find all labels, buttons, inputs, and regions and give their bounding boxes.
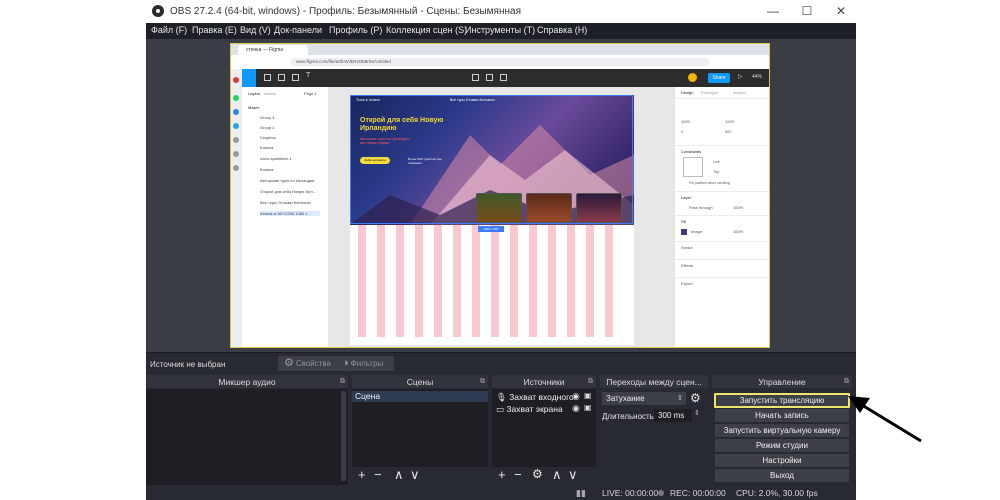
- scenes-list: Сцена: [352, 389, 488, 467]
- filters-label: Фильтры: [350, 359, 384, 368]
- exit-button[interactable]: Выход: [715, 469, 849, 482]
- controls-dock: Управление ⧉ Запустить трансляцию Начать …: [712, 375, 852, 485]
- obs-window: OBS 27.2.4 (64-bit, windows) - Профиль: …: [146, 0, 856, 500]
- audio-mixer-title: Микшер аудио ⧉: [146, 375, 348, 388]
- studio-mode-button[interactable]: Режим студии: [715, 439, 849, 452]
- live-timer: LIVE: 00:00:00: [602, 488, 659, 498]
- menu-bar: Файл (F) Правка (E) Вид (V) Док-панели П…: [146, 23, 856, 39]
- mixer-scrollbar[interactable]: [341, 391, 346, 481]
- properties-label: Свойства: [295, 359, 332, 368]
- preview-canvas[interactable]: стенка — Figma www.figma.com/file/a0fcW3…: [230, 43, 770, 348]
- preview-source-outline: [230, 43, 770, 348]
- controls-title: Управление ⧉: [712, 375, 852, 388]
- source-item-label: Захват экрана: [506, 404, 563, 414]
- move-down-icon[interactable]: ∨: [568, 467, 578, 483]
- scenes-toolbar: + − ∧ ∨: [352, 467, 488, 485]
- add-source-button[interactable]: +: [498, 467, 506, 482]
- updown-icon: ⇕: [677, 395, 683, 402]
- source-toolbar: Источник не выбран ⚙ Свойства ◑ Фильтры: [146, 352, 856, 375]
- minimize-button[interactable]: —: [758, 4, 788, 18]
- filter-icon: ◑: [342, 357, 349, 369]
- source-item[interactable]: ▭ Захват экрана: [496, 404, 563, 415]
- properties-button[interactable]: ⚙ Свойства: [278, 356, 340, 371]
- preview-area[interactable]: стенка — Figma www.figma.com/file/a0fcW3…: [146, 39, 856, 352]
- audio-mixer-dock: Микшер аудио ⧉: [146, 375, 348, 485]
- eye-icon[interactable]: ◉: [572, 403, 580, 414]
- sources-dock: Источники ⧉ 🎙︎ Захват входного ◉ ▣ ▭ Захв…: [492, 375, 596, 485]
- record-indicator-icon: [658, 490, 664, 496]
- transitions-title: Переходы между сцен...: [600, 375, 708, 388]
- source-settings-icon[interactable]: ⚙: [532, 467, 543, 481]
- menu-docks[interactable]: Док-панели: [274, 25, 322, 35]
- duration-label: Длительность: [602, 412, 654, 421]
- gear-icon: ⚙: [284, 357, 294, 369]
- duration-stepper-icon[interactable]: ⇕: [694, 409, 700, 417]
- start-streaming-button[interactable]: Запустить трансляцию: [714, 393, 850, 408]
- controls-title-text: Управление: [758, 377, 806, 387]
- menu-edit[interactable]: Правка (E): [192, 25, 237, 35]
- move-up-icon[interactable]: ∧: [552, 467, 562, 483]
- float-dock-icon[interactable]: ⧉: [340, 375, 345, 388]
- maximize-button[interactable]: ☐: [792, 4, 822, 18]
- filters-button[interactable]: ◑ Фильтры: [338, 356, 394, 371]
- transitions-title-text: Переходы между сцен...: [606, 377, 702, 387]
- no-source-label: Источник не выбран: [150, 360, 226, 369]
- float-dock-icon[interactable]: ⧉: [588, 375, 593, 388]
- transition-settings-icon[interactable]: ⚙: [690, 391, 701, 405]
- remove-scene-button[interactable]: −: [374, 467, 382, 482]
- eye-icon[interactable]: ◉: [572, 391, 580, 402]
- menu-file[interactable]: Файл (F): [151, 25, 187, 35]
- source-item[interactable]: 🎙︎ Захват входного: [496, 392, 574, 403]
- duration-input[interactable]: 300 ms: [654, 409, 692, 422]
- close-button[interactable]: ✕: [826, 4, 856, 18]
- sources-title: Источники ⧉: [492, 375, 596, 388]
- rec-timer: REC: 00:00:00: [670, 488, 726, 498]
- lock-icon[interactable]: ▣: [584, 403, 592, 412]
- audio-mixer-body: [146, 389, 348, 485]
- add-scene-button[interactable]: +: [358, 467, 366, 482]
- arrow-shaft: [861, 403, 922, 443]
- lock-icon[interactable]: ▣: [584, 391, 592, 400]
- sources-toolbar: + − ⚙ ∧ ∨: [492, 467, 596, 485]
- network-icon: ▮▮: [576, 488, 586, 498]
- sources-list: 🎙︎ Захват входного ◉ ▣ ▭ Захват экрана ◉…: [492, 389, 596, 467]
- cpu-status: CPU: 2.0%, 30.00 fps: [736, 488, 818, 498]
- scenes-title: Сцены ⧉: [352, 375, 488, 388]
- move-down-icon[interactable]: ∨: [410, 467, 420, 483]
- float-dock-icon[interactable]: ⧉: [480, 375, 485, 388]
- scenes-dock: Сцены ⧉ Сцена + − ∧ ∨: [352, 375, 488, 485]
- start-virtual-camera-button[interactable]: Запустить виртуальную камеру: [715, 424, 849, 437]
- title-bar: OBS 27.2.4 (64-bit, windows) - Профиль: …: [146, 0, 856, 23]
- start-recording-button[interactable]: Начать запись: [715, 409, 849, 422]
- microphone-icon: 🎙︎: [496, 392, 507, 402]
- float-dock-icon[interactable]: ⧉: [844, 375, 849, 388]
- scenes-title-text: Сцены: [406, 377, 434, 387]
- menu-scene-collection[interactable]: Коллекция сцен (S): [386, 25, 467, 35]
- menu-profile[interactable]: Профиль (P): [329, 25, 382, 35]
- audio-mixer-title-text: Микшер аудио: [218, 377, 276, 387]
- menu-tools[interactable]: Инструменты (T): [465, 25, 535, 35]
- obs-logo-icon: [152, 5, 164, 17]
- transition-type: Затухание: [606, 394, 645, 403]
- settings-button[interactable]: Настройки: [715, 454, 849, 467]
- scene-item[interactable]: Сцена: [352, 391, 488, 402]
- monitor-icon: ▭: [496, 404, 505, 414]
- source-item-label: Захват входного: [509, 392, 574, 402]
- transition-select[interactable]: Затухание ⇕: [602, 392, 686, 405]
- menu-view[interactable]: Вид (V): [240, 25, 271, 35]
- remove-source-button[interactable]: −: [514, 467, 522, 482]
- status-bar: ▮▮ LIVE: 00:00:00 REC: 00:00:00 CPU: 2.0…: [146, 486, 856, 500]
- sources-title-text: Источники: [523, 377, 565, 387]
- move-up-icon[interactable]: ∧: [394, 467, 404, 483]
- transitions-dock: Переходы между сцен... Затухание ⇕ ⚙ Дли…: [600, 375, 708, 485]
- window-title: OBS 27.2.4 (64-bit, windows) - Профиль: …: [170, 6, 521, 17]
- menu-help[interactable]: Справка (H): [537, 25, 587, 35]
